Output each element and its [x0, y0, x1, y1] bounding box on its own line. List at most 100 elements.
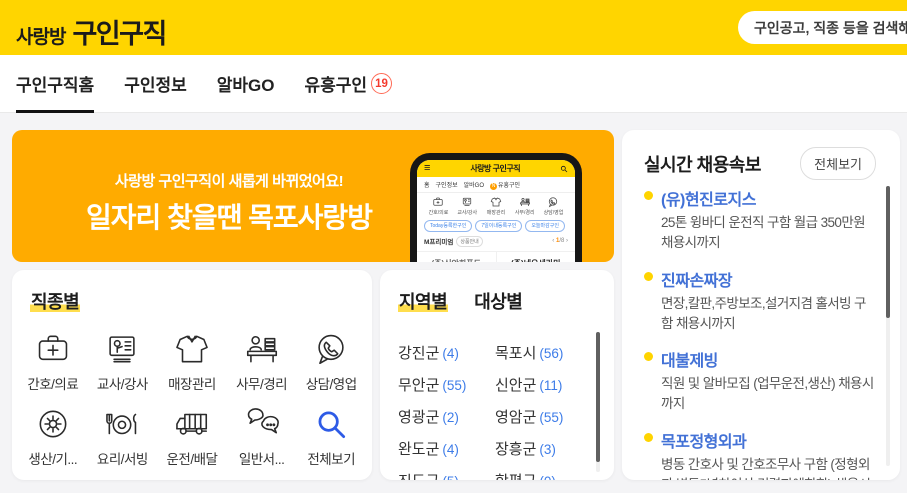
- phone-listings: (주)신안희푸드 (주)네오세라믹: [417, 250, 576, 263]
- job-item[interactable]: (유)현진로지스 25톤 윙바디 운전직 구함 월급 350만원 채용시까지: [644, 186, 876, 254]
- phone-category-teacher: 교사/강사: [454, 196, 481, 216]
- phone-tab-nightlife: N 유흥구인: [490, 182, 521, 190]
- truck-icon: [176, 413, 208, 435]
- phone-tab-bar: 홈 구인정보 알바GO N 유흥구인: [417, 177, 575, 193]
- phone-app-header: ≡ 사랑방 구인구직: [417, 160, 575, 177]
- phone-premium-row: M프리미엄 상품안내 ‹ 1/8 ›: [417, 234, 575, 249]
- phone-screen: ≡ 사랑방 구인구직 홈 구인정보 알바GO N 유흥구인 간호/의료 교사/강사: [417, 160, 575, 262]
- teacher-board-icon: [109, 336, 136, 363]
- region-gangjin[interactable]: 강진군 (4): [398, 342, 483, 374]
- nav-tab-nightlife[interactable]: 유흥구인 19: [305, 55, 393, 112]
- phone-app-title: 사랑방 구인구직: [470, 164, 521, 173]
- region-jangheung[interactable]: 장흥군 (3): [495, 438, 580, 470]
- region-hampyeong[interactable]: 함평군(0): [495, 470, 580, 480]
- bullet-icon: [644, 271, 653, 281]
- bullet-icon: [644, 352, 653, 361]
- dining-icon: [106, 413, 137, 435]
- phone-pager: ‹ 1/8 ›: [552, 238, 568, 244]
- nav-tab-home-label: 구인구직홈: [16, 76, 95, 95]
- tab-by-region[interactable]: 지역별: [398, 288, 449, 314]
- phone-listing-2: (주)네오세라믹: [495, 251, 576, 262]
- category-cooking[interactable]: 요리/서빙: [88, 405, 158, 468]
- regions-scrollbar[interactable]: [596, 332, 600, 462]
- hamburger-menu-icon: ≡: [424, 162, 431, 174]
- region-yeongam[interactable]: 영암군 (55): [495, 406, 580, 438]
- logo-prefix: 사랑방: [16, 27, 66, 48]
- search-input[interactable]: [738, 11, 907, 44]
- phone-category-store: 매장관리: [483, 196, 510, 216]
- job-item[interactable]: 목포정형외과 병동 간호사 및 간호조무사 구함 (정형외과 병동5년차이상 경…: [644, 428, 876, 480]
- medical-bag-icon: [38, 335, 68, 361]
- phone-bubble-icon: [549, 196, 558, 207]
- job-item[interactable]: 대불제빙 직원 및 알바모집 (업무운전,생산) 채용시까지: [644, 347, 876, 415]
- site-logo[interactable]: 사랑방 구인구직: [16, 12, 167, 51]
- category-teacher[interactable]: 교사/강사: [88, 330, 158, 393]
- phone-bubble-icon: [318, 334, 344, 365]
- banner-subtitle: 사랑방 구인구직이 새롭게 바뀌었어요!: [114, 173, 344, 190]
- job-categories-heading: 직종별: [30, 292, 81, 312]
- job-company[interactable]: 진짜손짜장: [661, 267, 876, 291]
- phone-tab-info: 구인정보: [435, 183, 458, 190]
- phone-listing-1: (주)신안희푸드: [417, 252, 496, 263]
- regions-list: 강진군 (4) 목포시 (56) 무안군 (55) 신안군 (11) 영광군 (2) 영암…: [398, 342, 580, 480]
- phone-category-sales: 상담/영업: [540, 196, 567, 216]
- phone-category-medical: 간호/의료: [425, 196, 452, 216]
- chat-bubbles-icon: [247, 408, 279, 434]
- job-item[interactable]: 진짜손짜장 면장,칼판,주방보조,설거지겸 홀서빙 구함 채용시까지: [644, 267, 876, 335]
- gear-icon: [39, 410, 67, 438]
- category-production[interactable]: 생산/기...: [18, 405, 88, 468]
- region-jindo[interactable]: 진도군(5): [398, 470, 483, 480]
- view-all-button[interactable]: 전체보기: [800, 147, 876, 180]
- nav-tab-alba-go-label: 알바GO: [216, 76, 275, 95]
- phone-category-office: 사무/경리: [511, 196, 538, 216]
- office-desk-icon: [519, 197, 530, 206]
- shirt-icon: [176, 335, 208, 363]
- region-mokpo[interactable]: 목포시 (56): [495, 342, 580, 374]
- category-store[interactable]: 매장관리: [157, 330, 227, 393]
- bullet-icon: [644, 191, 653, 200]
- region-wando[interactable]: 완도군 (4): [398, 438, 483, 470]
- phone-category-row: 간호/의료 교사/강사 매장관리 사무/경리 상담/영업: [417, 193, 575, 217]
- job-company[interactable]: (유)현진로지스: [661, 186, 876, 210]
- promo-banner[interactable]: 사랑방 구인구직이 새롭게 바뀌었어요! 일자리 찾을땐 목포사랑방 ≡ 사랑방…: [12, 130, 614, 262]
- job-company[interactable]: 대불제빙: [661, 347, 876, 371]
- phone-premium-label: M프리미엄: [424, 239, 454, 246]
- job-description: 25톤 윙바디 운전직 구함 월급 350만원 채용시까지: [661, 215, 866, 251]
- medical-bag-icon: [433, 197, 444, 206]
- region-yeonggwang[interactable]: 영광군 (2): [398, 406, 483, 438]
- bullet-icon: [644, 432, 653, 442]
- live-jobs-heading: 실시간 채용속보: [644, 155, 761, 175]
- live-jobs-list: (유)현진로지스 25톤 윙바디 운전직 구함 월급 350만원 채용시까지 진…: [644, 186, 876, 480]
- tab-by-target[interactable]: 대상별: [474, 288, 523, 314]
- phone-filter-pills: Today등록한구인 7일이내등록구인 오늘마감구인: [417, 217, 575, 234]
- category-driving[interactable]: 운전/배달: [157, 405, 227, 468]
- phone-premium-tag: 상품안내: [456, 235, 483, 247]
- category-general-service[interactable]: 일반서...: [227, 405, 297, 468]
- category-medical[interactable]: 간호/의료: [18, 330, 88, 393]
- job-description: 직원 및 알바모집 (업무운전,생산) 채용시까지: [661, 376, 874, 412]
- teacher-board-icon: [463, 197, 472, 206]
- nav-tab-job-info[interactable]: 구인정보: [124, 55, 187, 112]
- nightlife-count-badge: 19: [371, 73, 393, 94]
- logo-main: 구인구직: [72, 19, 167, 49]
- region-muan[interactable]: 무안군 (55): [398, 374, 483, 406]
- job-company[interactable]: 목포정형외과: [661, 428, 876, 452]
- live-jobs-card: 실시간 채용속보 전체보기 (유)현진로지스 25톤 윙바디 운전직 구함 월급…: [622, 130, 900, 480]
- category-sales[interactable]: 상담/영업: [296, 330, 366, 393]
- job-categories-grid: 간호/의료 교사/강사 매장관리 사무/경리 상담/영업 생산/기... 요리/…: [18, 330, 366, 468]
- job-description: 면장,칼판,주방보조,설거지겸 홀서빙 구함 채용시까지: [661, 295, 866, 331]
- banner-text: 사랑방 구인구직이 새롭게 바뀌었어요! 일자리 찾을땐 목포사랑방: [64, 170, 394, 236]
- search-icon: [318, 411, 346, 439]
- phone-pill-closing: 오늘마감구인: [525, 219, 565, 232]
- jobs-scrollbar[interactable]: [886, 186, 890, 318]
- category-office[interactable]: 사무/경리: [227, 330, 297, 393]
- main-nav: 구인구직홈 구인정보 알바GO 유흥구인 19: [0, 55, 907, 113]
- banner-title: 일자리 찾을땐 목포사랑방: [86, 202, 373, 233]
- category-view-all[interactable]: 전체보기: [296, 405, 366, 468]
- phone-pill-today: Today등록한구인: [424, 219, 473, 232]
- regions-card: 지역별 대상별 강진군 (4) 목포시 (56) 무안군 (55) 신안군 (11) 영…: [380, 270, 614, 480]
- nav-tab-home[interactable]: 구인구직홈: [16, 55, 95, 113]
- region-sinan[interactable]: 신안군 (11): [495, 374, 580, 406]
- phone-new-badge: N: [490, 182, 497, 190]
- nav-tab-alba-go[interactable]: 알바GO: [217, 55, 275, 112]
